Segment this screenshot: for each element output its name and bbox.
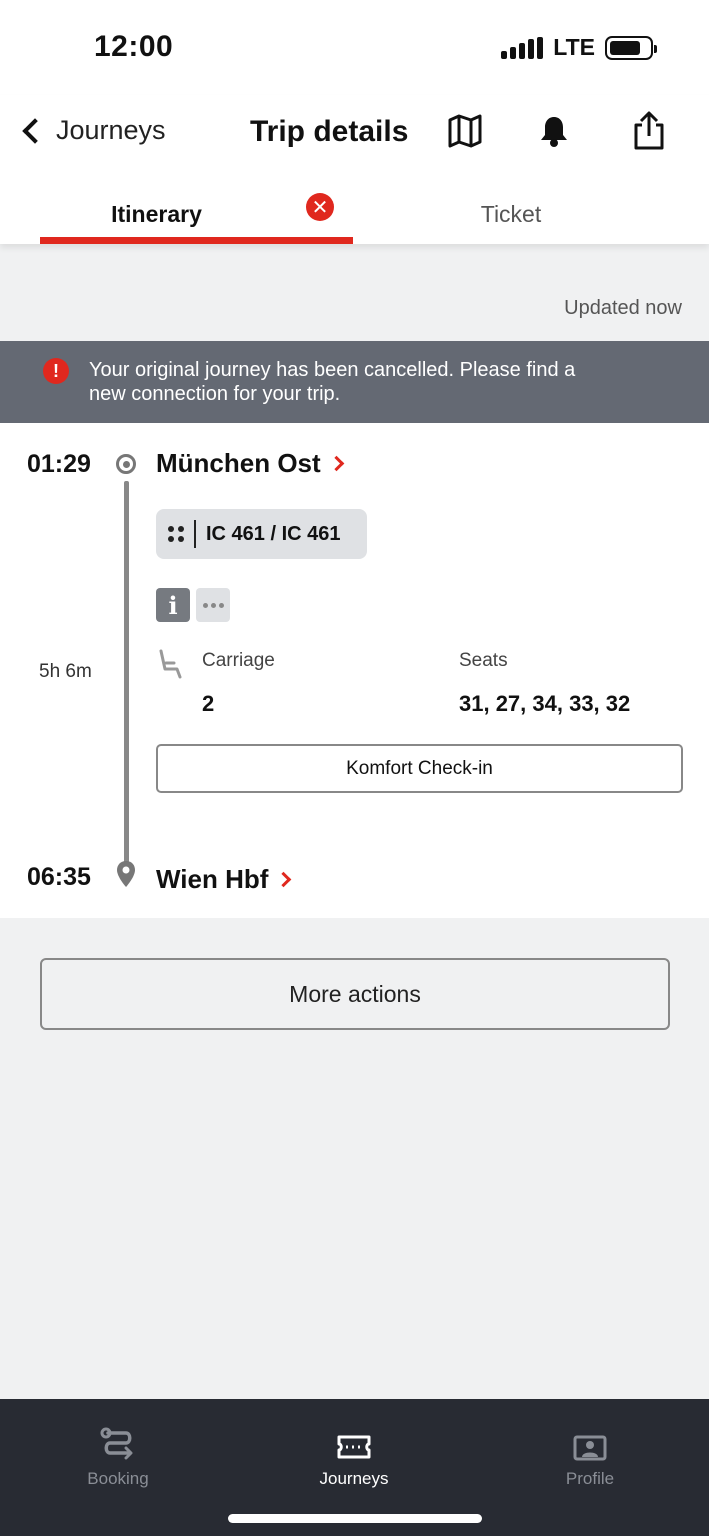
more-options-button[interactable] bbox=[196, 588, 230, 622]
alert-message: Your original journey has been cancelled… bbox=[89, 359, 576, 405]
journey-duration: 5h 6m bbox=[39, 661, 92, 682]
chip-divider bbox=[194, 520, 196, 548]
ellipsis-icon bbox=[202, 602, 208, 608]
timeline-line bbox=[124, 481, 129, 863]
seats-value: 31, 27, 34, 33, 32 bbox=[459, 691, 631, 716]
network-label: LTE bbox=[553, 34, 595, 60]
cancellation-alert: Your original journey has been cancelled… bbox=[0, 341, 709, 423]
back-button[interactable]: Journeys bbox=[20, 115, 166, 146]
origin-station[interactable]: München Ost bbox=[156, 448, 344, 479]
home-indicator[interactable] bbox=[228, 1514, 482, 1523]
signal-icon bbox=[501, 36, 544, 59]
chevron-right-icon bbox=[276, 871, 292, 888]
chevron-right-icon bbox=[328, 455, 344, 472]
profile-card-icon bbox=[573, 1435, 607, 1461]
share-button[interactable] bbox=[627, 109, 671, 153]
origin-station-name: München Ost bbox=[156, 448, 321, 478]
destination-station[interactable]: Wien Hbf bbox=[156, 864, 292, 895]
tabbar-journeys[interactable]: Journeys bbox=[236, 1399, 472, 1489]
back-label: Journeys bbox=[56, 115, 166, 145]
status-bar: 12:00 LTE bbox=[0, 0, 709, 95]
carriage-value: 2 bbox=[202, 691, 215, 716]
destination-station-name: Wien Hbf bbox=[156, 864, 269, 894]
status-indicators: LTE bbox=[501, 34, 657, 61]
status-time: 12:00 bbox=[94, 30, 174, 63]
train-chip[interactable]: IC 461 / IC 461 bbox=[156, 509, 367, 559]
info-button[interactable]: i bbox=[156, 588, 190, 622]
tabbar-profile[interactable]: Profile bbox=[472, 1399, 708, 1489]
tabbar-profile-label: Profile bbox=[565, 1469, 615, 1488]
header: Journeys Trip details Itinerary Ticket ✕ bbox=[0, 95, 709, 244]
tab-ticket-label: Ticket bbox=[480, 201, 542, 227]
tabbar-booking[interactable]: Booking bbox=[0, 1399, 236, 1489]
tab-bar: Itinerary Ticket bbox=[0, 185, 709, 244]
info-icon: i bbox=[168, 590, 178, 620]
seats-label: Seats bbox=[459, 650, 508, 671]
destination-pin-icon bbox=[117, 861, 135, 887]
origin-marker-icon bbox=[116, 454, 136, 474]
share-icon bbox=[634, 111, 664, 150]
notifications-button[interactable] bbox=[532, 109, 576, 153]
more-actions-button[interactable]: More actions bbox=[40, 958, 670, 1030]
updated-status: Updated now bbox=[564, 297, 682, 319]
train-number: IC 461 / IC 461 bbox=[206, 522, 341, 545]
cancelled-badge-icon: ✕ bbox=[306, 193, 334, 221]
ticket-icon bbox=[337, 1435, 371, 1459]
tabbar-journeys-label: Journeys bbox=[319, 1469, 389, 1488]
map-button[interactable] bbox=[443, 109, 487, 153]
map-icon bbox=[448, 114, 482, 148]
chevron-left-icon bbox=[22, 117, 48, 144]
page-title: Trip details bbox=[250, 115, 409, 148]
train-icon bbox=[168, 526, 184, 542]
battery-icon bbox=[605, 35, 657, 60]
departure-time: 01:29 bbox=[27, 450, 91, 478]
komfort-checkin-button[interactable]: Komfort Check-in bbox=[156, 744, 683, 793]
journey-card: 01:29 München Ost 5h 6m IC 461 / IC 461 … bbox=[0, 423, 709, 918]
tab-active-indicator bbox=[40, 237, 353, 244]
tab-ticket[interactable]: Ticket bbox=[353, 185, 669, 244]
tabbar-booking-label: Booking bbox=[87, 1469, 149, 1488]
arrival-time: 06:35 bbox=[27, 863, 91, 891]
tab-itinerary[interactable]: Itinerary bbox=[40, 185, 353, 244]
seat-icon bbox=[159, 649, 182, 679]
bell-icon bbox=[541, 117, 567, 147]
alert-icon: ! bbox=[43, 358, 69, 384]
carriage-label: Carriage bbox=[202, 650, 275, 671]
tab-itinerary-label: Itinerary bbox=[111, 201, 202, 227]
route-icon bbox=[100, 1427, 133, 1460]
